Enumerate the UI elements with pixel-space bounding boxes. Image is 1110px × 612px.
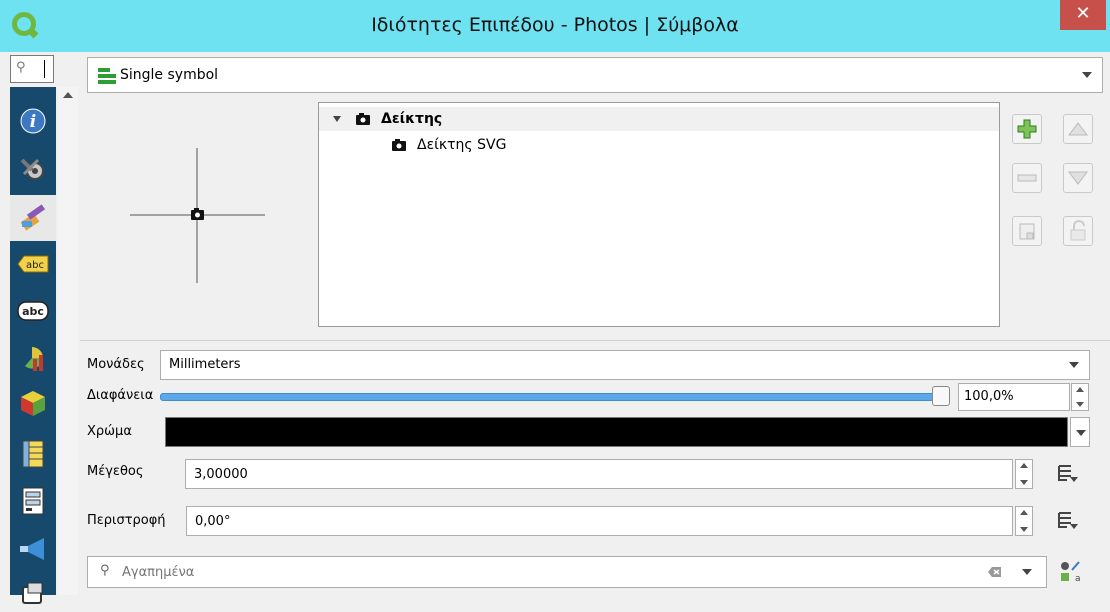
units-select[interactable]: Millimeters [160,350,1090,380]
opacity-stepper[interactable] [1071,383,1089,411]
tree-root-label: Δείκτης [381,111,443,127]
add-symbol-layer-button[interactable] [1012,114,1042,144]
chevron-down-icon [1069,362,1079,368]
sidebar-scrollbar[interactable] [58,87,78,595]
duplicate-icon [1019,223,1035,240]
text-caret [44,60,45,78]
sidebar-item-symbology[interactable] [10,195,56,241]
lock-layer-button[interactable] [1063,216,1093,246]
labels-abc-outline-icon: abc [17,301,49,321]
size-input[interactable]: 3,00000 [185,459,1013,489]
symbology-panel: Single symbol Δείκτης Δείκτης SVG Μονάδε… [80,52,1110,595]
data-defined-override-icon [1058,465,1078,482]
clear-icon[interactable] [988,566,1002,578]
labels-abc-icon: abc [17,255,49,273]
rotation-stepper[interactable] [1015,506,1033,536]
add-icon [1017,119,1037,139]
style-manager-icon: a [1061,561,1081,584]
tree-child-label: Δείκτης SVG [417,137,507,153]
window-title: Ιδιότητες Επιπέδου - Photos | Σύμβολα [371,14,739,36]
joins-icon [20,538,44,560]
tree-row-marker[interactable]: Δείκτης [319,107,999,131]
style-manager-button[interactable]: a [1055,558,1085,586]
units-label: Μονάδες [87,357,145,372]
size-data-defined-button[interactable] [1052,460,1082,488]
duplicate-symbol-layer-button[interactable] [1012,216,1042,246]
scroll-up-icon[interactable] [63,92,73,98]
svg-text:a: a [1075,574,1081,584]
sidebar-item-3d-view[interactable] [14,384,52,422]
sidebar-search-input[interactable]: ⚲ [10,55,54,83]
size-value: 3,00000 [194,467,248,482]
color-dropdown-button[interactable] [1070,417,1090,447]
fields-icon [22,440,44,468]
sidebar-item-joins[interactable] [14,530,52,568]
opacity-slider[interactable] [160,393,944,401]
move-up-button[interactable] [1063,114,1093,144]
sidebar-item-auxiliary-storage[interactable] [14,574,52,612]
remove-symbol-layer-button[interactable] [1012,163,1042,193]
symbol-preview [130,148,265,283]
sidebar-item-masks[interactable]: abc [14,292,52,330]
renderer-select-value: Single symbol [120,67,219,83]
sidebar-item-diagrams[interactable] [14,340,52,378]
size-label: Μέγεθος [87,464,144,479]
attributes-form-icon [22,487,44,515]
sidebar-item-labels[interactable]: abc [14,245,52,283]
sidebar-item-fields[interactable] [14,435,52,473]
svg-text:i: i [30,112,36,132]
svg-text:abc: abc [22,305,44,318]
data-defined-override-icon [1058,512,1078,529]
close-button[interactable]: ✕ [1060,0,1106,30]
symbology-brush-icon [20,204,46,231]
rotation-data-defined-button[interactable] [1052,507,1082,535]
opacity-label: Διαφάνεια [87,388,154,403]
single-symbol-icon [98,68,116,84]
symbol-layer-tree[interactable]: Δείκτης Δείκτης SVG [318,102,1000,327]
rotation-label: Περιστροφή [87,513,166,528]
expand-arrow-icon[interactable] [333,116,341,122]
chevron-down-icon [1022,569,1032,575]
color-button[interactable] [165,417,1068,447]
units-select-value: Millimeters [169,357,241,372]
auxiliary-storage-icon [22,582,43,604]
3d-view-icon [21,391,45,416]
source-settings-icon [20,158,44,180]
opacity-value: 100,0% [964,389,1014,404]
camera-marker-icon [191,208,204,220]
move-down-button[interactable] [1063,163,1093,193]
camera-icon [356,113,370,125]
renderer-select[interactable]: Single symbol [87,57,1103,93]
tree-row-svg-marker[interactable]: Δείκτης SVG [391,133,506,157]
arrow-down-icon [1068,171,1088,185]
chevron-down-icon [1076,430,1086,436]
opacity-slider-handle[interactable] [932,386,950,406]
size-stepper[interactable] [1015,459,1033,489]
search-icon: ⚲ [100,563,110,578]
diagrams-icon [25,347,43,371]
info-icon: i [20,108,46,134]
chevron-down-icon [1082,72,1092,78]
title-bar: Ιδιότητες Επιπέδου - Photos | Σύμβολα ✕ [0,0,1110,52]
camera-icon [392,139,406,151]
search-icon: ⚲ [16,60,26,75]
rotation-input[interactable]: 0,00° [186,506,1013,536]
arrow-up-icon [1068,122,1088,136]
sidebar: ⚲ i abc abc [0,52,80,604]
sidebar-item-attributes-form[interactable] [14,482,52,520]
unlock-icon [1070,220,1086,241]
separator [80,340,1110,341]
opacity-spinbox[interactable]: 100,0% [958,383,1070,411]
sidebar-item-source[interactable] [14,150,52,188]
remove-icon [1017,174,1037,182]
library-search-input[interactable] [122,562,922,582]
sidebar-item-information[interactable]: i [14,102,52,140]
svg-text:abc: abc [26,260,44,271]
rotation-value: 0,00° [195,514,231,529]
symbol-library-search[interactable]: ⚲ [87,556,1047,588]
color-label: Χρώμα [87,424,132,439]
